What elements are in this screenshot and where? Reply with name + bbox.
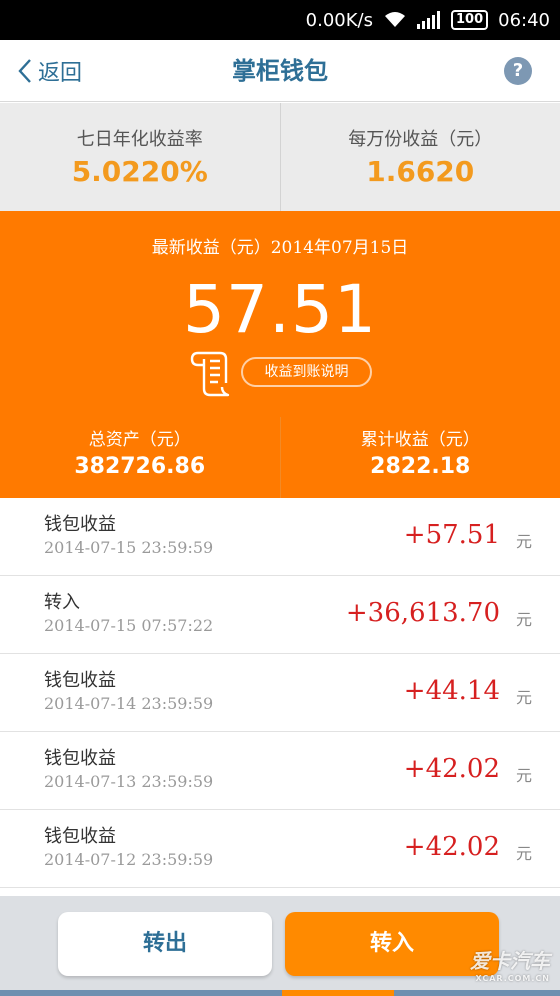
wifi-icon (383, 11, 407, 29)
transaction-amount: +57.51 (403, 520, 500, 550)
transfer-out-button[interactable]: 转出 (58, 912, 272, 976)
seven-day-yield-label: 七日年化收益率 (76, 129, 203, 150)
chevron-left-icon (18, 59, 31, 83)
transaction-time: 2014-07-13 23:59:59 (44, 772, 214, 791)
battery-icon: 100 (450, 10, 489, 30)
transaction-row[interactable]: 钱包收益 2014-07-15 23:59:59 +57.51 元 (0, 498, 560, 576)
per-10k-earnings-value: 1.6620 (366, 155, 475, 188)
watermark-subtext: XCAR.COM.CN (475, 974, 550, 983)
status-bar: 0.00K/s 100 06:40 (0, 0, 560, 40)
transaction-type: 转入 (44, 592, 80, 613)
cumulative-earnings-label: 累计收益（元） (360, 430, 480, 450)
transaction-unit: 元 (515, 610, 532, 629)
transaction-type: 钱包收益 (44, 670, 116, 691)
bottom-strip (0, 990, 560, 996)
latest-earnings-amount: 57.51 (183, 271, 377, 348)
transfer-in-button[interactable]: 转入 (285, 912, 499, 976)
earnings-panel: 最新收益（元）2014年07月15日 57.51 收益到账说明 总资产（元） 3… (0, 211, 560, 498)
transaction-unit: 元 (515, 532, 532, 551)
back-button[interactable]: 返回 (18, 40, 82, 102)
total-assets-value: 382726.86 (74, 454, 206, 479)
transaction-row[interactable]: 钱包收益 2014-07-14 23:59:59 +44.14 元 (0, 654, 560, 732)
network-speed: 0.00K/s (305, 9, 373, 31)
transaction-row[interactable]: 钱包收益 2014-07-12 23:59:59 +42.02 元 (0, 810, 560, 888)
transaction-list[interactable]: 钱包收益 2014-07-15 23:59:59 +57.51 元 转入 201… (0, 498, 560, 896)
total-assets: 总资产（元） 382726.86 (0, 417, 280, 498)
scroll-icon (190, 351, 230, 397)
rate-panel: 七日年化收益率 5.0220% 每万份收益（元） 1.6620 (0, 103, 560, 211)
earnings-explain-button[interactable]: 收益到账说明 (241, 357, 372, 387)
transaction-unit: 元 (515, 844, 532, 863)
watermark-logo: 爱卡汽车 XCAR.COM.CN (470, 951, 550, 988)
transaction-time: 2014-07-12 23:59:59 (44, 850, 214, 869)
help-button[interactable]: ? (504, 57, 532, 85)
seven-day-yield-value: 5.0220% (71, 155, 208, 188)
cumulative-earnings-value: 2822.18 (370, 454, 471, 479)
transaction-time: 2014-07-15 23:59:59 (44, 538, 214, 557)
transaction-unit: 元 (515, 688, 532, 707)
cumulative-earnings: 累计收益（元） 2822.18 (279, 417, 560, 498)
per-10k-earnings-label: 每万份收益（元） (348, 129, 493, 150)
transaction-unit: 元 (515, 766, 532, 785)
signal-icon (416, 11, 441, 29)
transaction-type: 钱包收益 (44, 514, 116, 535)
transaction-amount: +44.14 (403, 676, 500, 706)
transaction-type: 钱包收益 (44, 826, 116, 847)
transaction-amount: +36,613.70 (345, 598, 500, 628)
total-assets-label: 总资产（元） (88, 430, 191, 450)
per-10k-earnings: 每万份收益（元） 1.6620 (279, 103, 560, 211)
transaction-amount: +42.02 (403, 832, 500, 862)
back-label: 返回 (38, 61, 83, 86)
totals-row: 总资产（元） 382726.86 累计收益（元） 2822.18 (0, 417, 560, 498)
transaction-type: 钱包收益 (44, 748, 116, 769)
transaction-row[interactable]: 钱包收益 2014-07-13 23:59:59 +42.02 元 (0, 732, 560, 810)
transaction-time: 2014-07-15 07:57:22 (44, 616, 214, 635)
action-bar: 转出 转入 爱卡汽车 XCAR.COM.CN (0, 896, 560, 996)
seven-day-yield: 七日年化收益率 5.0220% (0, 103, 280, 211)
bottom-strip-accent (282, 990, 394, 996)
page-title: 掌柜钱包 (232, 57, 328, 85)
latest-earnings-label: 最新收益（元）2014年07月15日 (151, 238, 409, 258)
nav-bar: 掌柜钱包 返回 ? (0, 40, 560, 102)
clock: 06:40 (498, 9, 550, 31)
transaction-time: 2014-07-14 23:59:59 (44, 694, 214, 713)
transaction-row[interactable]: 转入 2014-07-15 07:57:22 +36,613.70 元 (0, 576, 560, 654)
transaction-amount: +42.02 (403, 754, 500, 784)
